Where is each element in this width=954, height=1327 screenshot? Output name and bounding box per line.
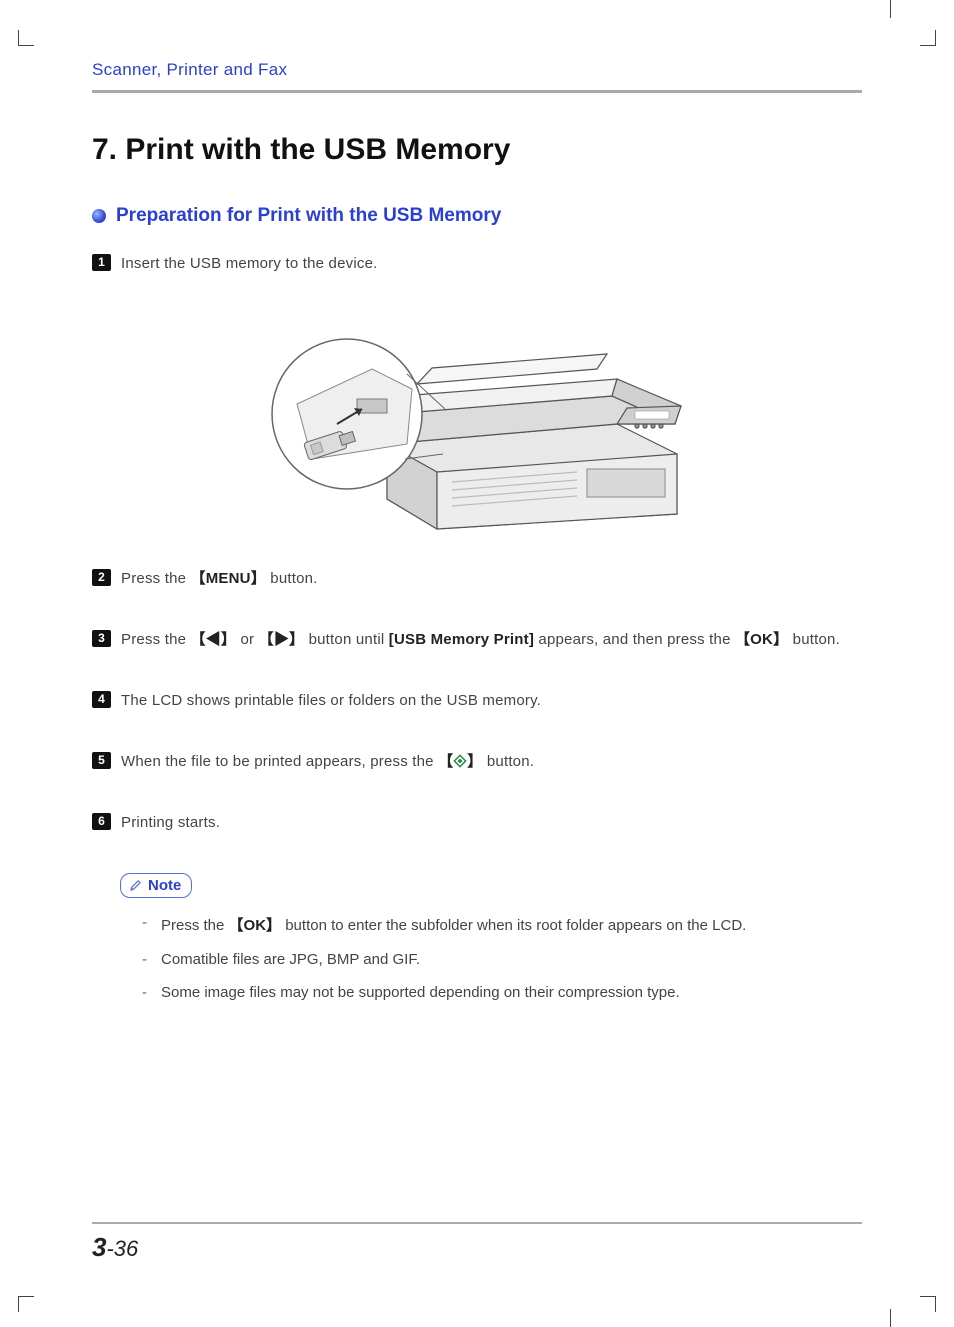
crop-mark (18, 1296, 19, 1312)
step-5: 5 When the file to be printed appears, p… (92, 751, 862, 772)
crop-mark (890, 0, 891, 18)
text: Press the (121, 631, 191, 648)
note-block: Note - Press the 【OK】 button to enter th… (120, 873, 862, 1001)
manual-page: { "header": "Scanner, Printer and Fax", … (0, 0, 954, 1327)
sphere-bullet-icon (92, 209, 106, 223)
note-badge: Note (120, 873, 192, 898)
text: button. (266, 570, 318, 587)
crop-mark (18, 30, 19, 46)
footer-rule (92, 1222, 862, 1224)
step-number-badge: 4 (92, 691, 111, 708)
note-label: Note (148, 877, 181, 894)
step-text: Printing starts. (121, 812, 220, 833)
step-text: The LCD shows printable files or folders… (121, 690, 541, 711)
ok-button-label: 【OK】 (735, 631, 788, 648)
bracket-open: 【 (438, 753, 453, 770)
step-4: 4 The LCD shows printable files or folde… (92, 690, 862, 711)
header-rule (92, 90, 862, 93)
text: button until (304, 631, 389, 648)
dash-icon: - (142, 914, 147, 935)
page-footer: 3-36 (92, 1222, 862, 1263)
ok-button-label: 【OK】 (229, 917, 282, 934)
step-number-badge: 2 (92, 569, 111, 586)
step-6: 6 Printing starts. (92, 812, 862, 833)
bracket-close: 】 (467, 753, 482, 770)
text: or (236, 631, 258, 648)
dash-icon: - (142, 951, 147, 968)
page-number: 3-36 (92, 1236, 138, 1261)
note-item: - Press the 【OK】 button to enter the sub… (120, 914, 862, 935)
page-sep: - (106, 1236, 113, 1261)
dash-icon: - (142, 984, 147, 1001)
page-num: 36 (114, 1236, 138, 1261)
crop-mark (935, 30, 936, 46)
note-item: - Some image files may not be supported … (120, 984, 862, 1001)
printer-usb-figure (92, 304, 862, 534)
text: Press the (121, 570, 191, 587)
note-item: - Comatible files are JPG, BMP and GIF. (120, 951, 862, 968)
step-text: Press the 【MENU】 button. (121, 568, 318, 589)
running-header: Scanner, Printer and Fax (92, 60, 862, 80)
step-1: 1 Insert the USB memory to the device. (92, 253, 862, 274)
step-number-badge: 6 (92, 813, 111, 830)
note-text: Some image files may not be supported de… (161, 984, 680, 1001)
menu-button-label: 【MENU】 (191, 570, 266, 587)
text: When the file to be printed appears, pre… (121, 753, 438, 770)
text: button to enter the subfolder when its r… (281, 917, 746, 934)
subsection-heading: Preparation for Print with the USB Memor… (92, 205, 862, 227)
crop-mark (890, 1309, 891, 1327)
step-number-badge: 1 (92, 254, 111, 271)
subsection-title-text: Preparation for Print with the USB Memor… (116, 205, 501, 227)
step-2: 2 Press the 【MENU】 button. (92, 568, 862, 589)
crop-mark (935, 1296, 936, 1312)
text: button. (788, 631, 840, 648)
section-title: 7. Print with the USB Memory (92, 133, 862, 167)
step-3: 3 Press the 【◀】 or 【▶】 button until [USB… (92, 629, 862, 650)
note-text: Press the 【OK】 button to enter the subfo… (161, 914, 746, 935)
text: Press the (161, 917, 229, 934)
printer-illustration (257, 304, 697, 534)
start-diamond-icon (453, 754, 467, 768)
pencil-icon (129, 879, 142, 892)
step-number-badge: 5 (92, 752, 111, 769)
text: appears, and then press the (534, 631, 735, 648)
right-arrow-button-label: 【▶】 (259, 631, 305, 648)
usb-memory-print-label: [USB Memory Print] (389, 631, 534, 648)
text: button. (483, 753, 535, 770)
step-text: Insert the USB memory to the device. (121, 253, 377, 274)
left-arrow-button-label: 【◀】 (191, 631, 237, 648)
note-text: Comatible files are JPG, BMP and GIF. (161, 951, 420, 968)
step-text: When the file to be printed appears, pre… (121, 751, 534, 772)
chapter-number: 3 (92, 1232, 106, 1262)
step-number-badge: 3 (92, 630, 111, 647)
step-text: Press the 【◀】 or 【▶】 button until [USB M… (121, 629, 840, 650)
